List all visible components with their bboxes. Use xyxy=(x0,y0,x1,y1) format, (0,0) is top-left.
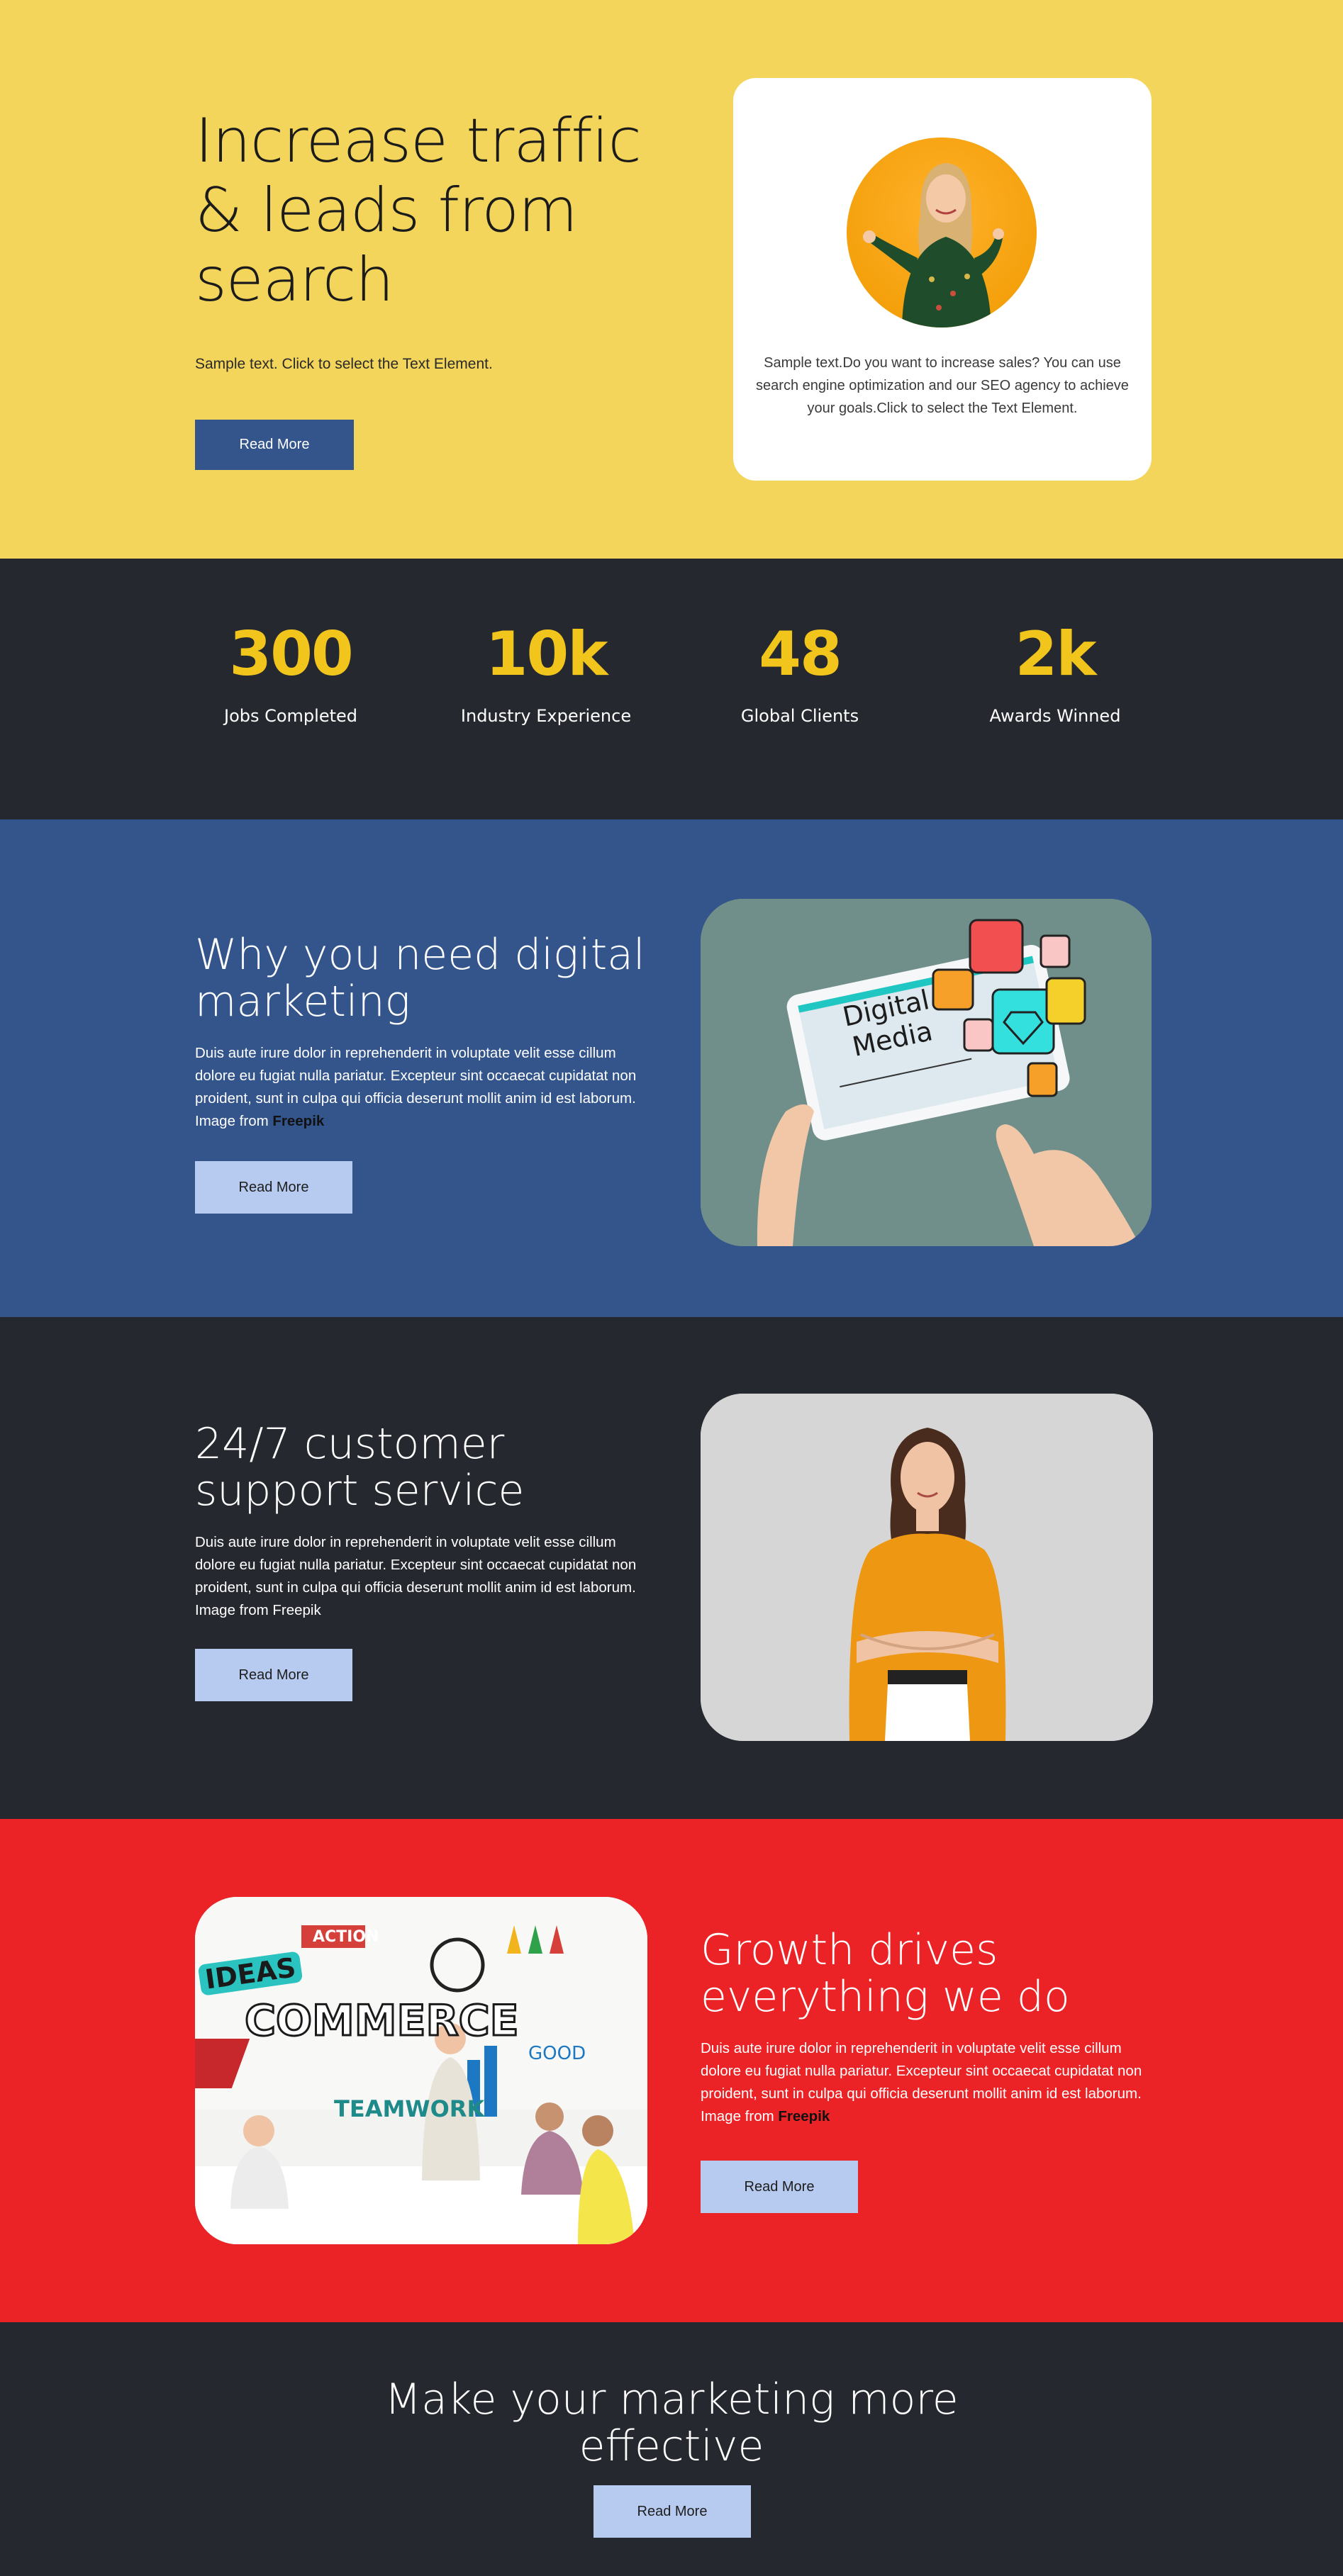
digital-media-image: Digital Media xyxy=(701,899,1152,1246)
hero-text: Sample text. Click to select the Text El… xyxy=(195,356,493,372)
stat-value: 48 xyxy=(759,619,842,690)
growth-body-text: Duis aute irure dolor in reprehenderit i… xyxy=(701,2040,1142,2124)
freepik-link[interactable]: Freepik xyxy=(778,2108,830,2124)
stat-clients: 48 Global Clients xyxy=(693,615,906,726)
image-word-action: ACTION xyxy=(313,1928,379,1946)
stat-awards: 2k Awards Winned xyxy=(949,615,1161,726)
hero-card: Sample text.Do you want to increase sale… xyxy=(733,78,1152,481)
stat-value: 2k xyxy=(1015,619,1096,690)
freepik-link[interactable]: Freepik xyxy=(272,1113,324,1129)
support-section: 24/7 customer support service Duis aute … xyxy=(0,1317,1343,1819)
stat-label: Awards Winned xyxy=(989,706,1121,726)
cta-read-more-button[interactable]: Read More xyxy=(594,2485,751,2538)
stat-label: Global Clients xyxy=(740,706,859,726)
digital-title: Why you need digital marketing xyxy=(195,930,645,1026)
hero-read-more-button[interactable]: Read More xyxy=(195,420,354,470)
cta-section: Make your marketing more effective Read … xyxy=(0,2322,1343,2576)
stat-experience: 10k Industry Experience xyxy=(440,615,652,726)
stats-section: 300 Jobs Completed 10k Industry Experien… xyxy=(0,559,1343,819)
stat-jobs: 300 Jobs Completed xyxy=(184,615,397,726)
digital-body-text: Duis aute irure dolor in reprehenderit i… xyxy=(195,1045,637,1129)
hero-title: Increase traffic & leads from search xyxy=(195,106,642,315)
image-word-commerce: COMMERCE xyxy=(244,1995,520,2047)
support-person-image xyxy=(701,1394,1153,1741)
image-word-teamwork: TEAMWORK xyxy=(334,2095,485,2122)
support-title: 24/7 customer support service xyxy=(195,1419,525,1516)
support-body: Duis aute irure dolor in reprehenderit i… xyxy=(195,1534,637,1618)
digital-read-more-button[interactable]: Read More xyxy=(195,1161,352,1214)
hero-avatar xyxy=(847,138,1037,327)
support-read-more-button[interactable]: Read More xyxy=(195,1649,352,1701)
stat-value: 10k xyxy=(485,619,608,690)
growth-section: IDEAS ACTION COMMERCE TEAMWORK GOOD Grow… xyxy=(0,1819,1343,2322)
growth-title: Growth drives everything we do xyxy=(701,1925,1070,2022)
stat-label: Jobs Completed xyxy=(223,706,358,726)
hero-card-text: Sample text.Do you want to increase sale… xyxy=(756,355,1129,416)
digital-marketing-section: Why you need digital marketing Duis aute… xyxy=(0,819,1343,1317)
growth-team-image: IDEAS ACTION COMMERCE TEAMWORK GOOD xyxy=(195,1897,647,2244)
cta-title: Make your marketing more effective xyxy=(384,2375,959,2471)
hero-section: Increase traffic & leads from search Sam… xyxy=(0,0,1343,559)
stat-label: Industry Experience xyxy=(460,706,632,726)
digital-body: Duis aute irure dolor in reprehenderit i… xyxy=(195,1042,649,1133)
growth-body: Duis aute irure dolor in reprehenderit i… xyxy=(701,2037,1154,2128)
stat-value: 300 xyxy=(229,619,354,690)
growth-read-more-button[interactable]: Read More xyxy=(701,2161,858,2213)
image-word-good: GOOD xyxy=(528,2043,586,2064)
